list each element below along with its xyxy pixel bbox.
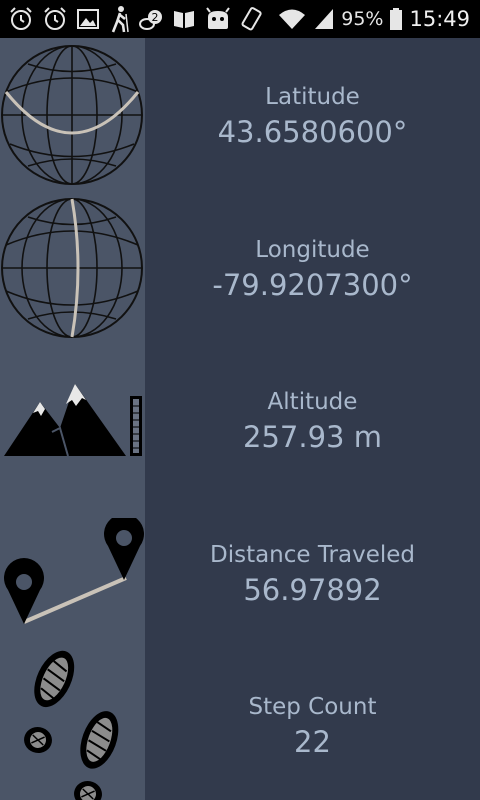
screen: 2 95% 15:49 Latitude 43.6580600° Longitu…: [0, 0, 480, 800]
latitude-row: Latitude 43.6580600°: [145, 82, 480, 151]
image-icon: [77, 9, 99, 29]
longitude-value: -79.9207300°: [212, 268, 413, 302]
icon-column: [0, 38, 145, 800]
status-bar: 2 95% 15:49: [0, 0, 480, 38]
status-right: 95% 15:49: [277, 7, 480, 31]
altitude-label: Altitude: [267, 389, 358, 415]
step-count-label: Step Count: [248, 694, 377, 720]
clock-time: 15:49: [409, 7, 470, 31]
step-count-value: 22: [294, 725, 331, 759]
notification-badge-icon: 2: [139, 10, 162, 30]
info-panel: Latitude 43.6580600° Longitude -79.92073…: [145, 38, 480, 800]
battery-percent: 95%: [341, 8, 384, 30]
status-icons: 2: [0, 5, 264, 33]
step-count-row: Step Count 22: [145, 692, 480, 761]
latitude-value: 43.6580600°: [217, 115, 408, 149]
book-icon: [174, 11, 194, 28]
globe-latitude-icon: [1, 45, 143, 185]
notification-badge-count: 2: [152, 11, 159, 24]
distance-label: Distance Traveled: [209, 542, 415, 568]
hiker-icon: [111, 6, 129, 33]
longitude-row: Longitude -79.9207300°: [145, 235, 480, 304]
longitude-label: Longitude: [255, 237, 370, 263]
altitude-row: Altitude 257.93 m: [145, 387, 480, 456]
android-icon: [206, 7, 230, 29]
mountain-altitude-icon: [4, 384, 142, 457]
map-pins-distance-icon: [4, 518, 144, 624]
distance-value: 56.97892: [243, 573, 382, 607]
alarm-icon: [10, 7, 32, 30]
signal-icon: [315, 9, 334, 29]
wifi-icon: [279, 9, 306, 29]
alarm-icon: [44, 7, 66, 30]
latitude-label: Latitude: [265, 84, 360, 110]
altitude-value: 257.93 m: [243, 420, 382, 454]
globe-longitude-icon: [1, 198, 143, 338]
footprints-icon: [24, 650, 119, 800]
distance-row: Distance Traveled 56.97892: [145, 540, 480, 609]
battery-icon: [390, 8, 403, 30]
rotate-icon: [241, 7, 262, 31]
